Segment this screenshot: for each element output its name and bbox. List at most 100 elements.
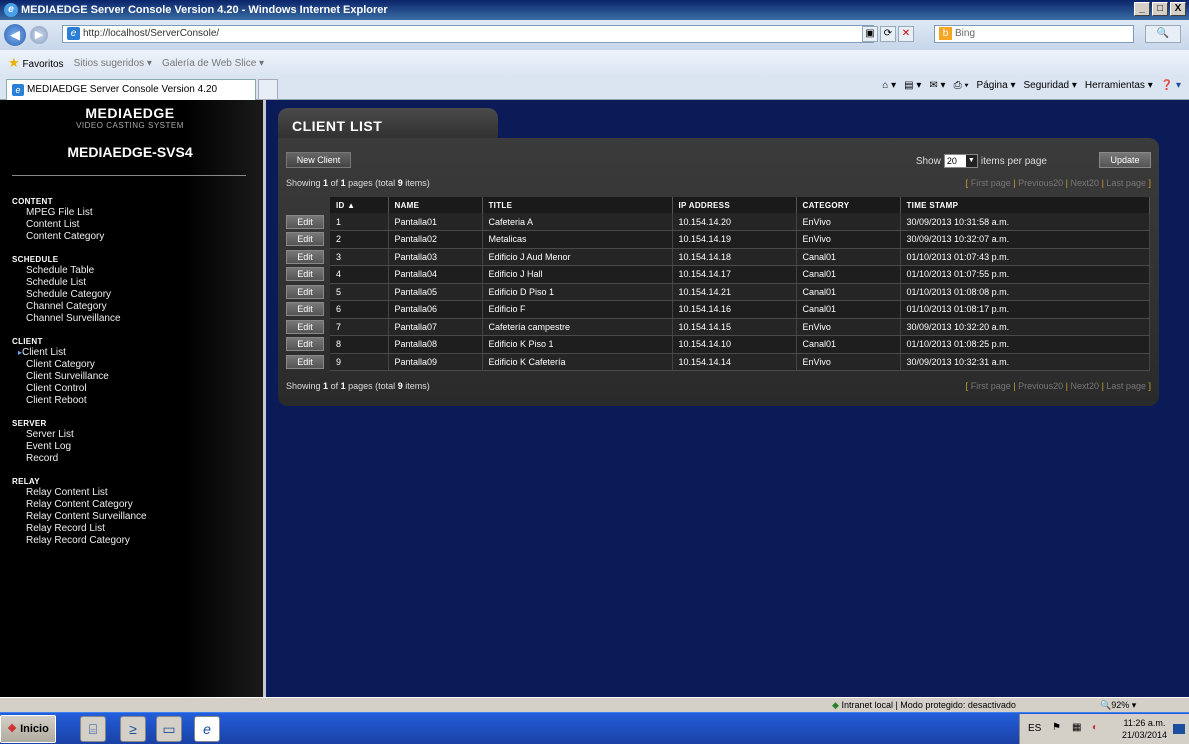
favorites-button[interactable]: ★ Favoritos	[8, 55, 64, 71]
sidebar-item-channel-surveillance[interactable]: Channel Surveillance	[12, 313, 121, 325]
close-button[interactable]: X	[1170, 2, 1186, 16]
cell-ip: 10.154.14.14	[672, 353, 797, 371]
next-page-link[interactable]: Next20	[1071, 381, 1100, 391]
sidebar-item-client-control[interactable]: Client Control	[12, 383, 109, 395]
mail-icon[interactable]: ✉ ▾	[929, 80, 945, 91]
sidebar-item-client-reboot[interactable]: Client Reboot	[12, 395, 109, 407]
table-row: Edit 4 Pantalla04 Edificio J Hall 10.154.14.…	[286, 265, 1150, 284]
forward-button[interactable]: ▶	[30, 26, 48, 44]
address-bar[interactable]: http://localhost/ServerConsole/	[62, 25, 874, 43]
cell-timestamp: 01/10/2013 01:08:25 p.m.	[900, 335, 1150, 354]
last-page-link[interactable]: Last page	[1106, 381, 1146, 391]
next-page-link[interactable]: Next20	[1071, 178, 1100, 188]
cell-title: Edificio K Cafetería	[482, 353, 673, 371]
cell-category: EnVivo	[796, 213, 901, 231]
cell-title: Metalicas	[482, 230, 673, 249]
network-icon[interactable]: ▦	[1072, 722, 1081, 733]
computer-icon[interactable]: ⌸	[80, 716, 106, 742]
sidebar-item-content-category[interactable]: Content Category	[12, 231, 104, 243]
maximize-button[interactable]: □	[1152, 2, 1168, 16]
sidebar-item-schedule-list[interactable]: Schedule List	[12, 277, 121, 289]
cell-timestamp: 01/10/2013 01:07:55 p.m.	[900, 265, 1150, 284]
feeds-icon[interactable]: ▤ ▾	[904, 80, 921, 91]
sidebar-item-event-log[interactable]: Event Log	[12, 441, 74, 453]
suggested-sites-link[interactable]: Sitios sugeridos ▾	[74, 58, 152, 69]
refresh-icon[interactable]: ⟳	[880, 26, 896, 42]
home-icon[interactable]: ⌂ ▾	[882, 80, 896, 91]
stop-icon[interactable]: ✕	[898, 26, 914, 42]
sidebar-item-schedule-table[interactable]: Schedule Table	[12, 265, 121, 277]
sidebar-item-content-list[interactable]: Content List	[12, 219, 104, 231]
edit-button[interactable]: Edit	[286, 249, 324, 264]
taskbar: ❖ Inicio ⌸ ≥ ▭ e ES ⚑ ▦ ◐ 11:26 a.m. 21/…	[0, 712, 1189, 744]
start-button[interactable]: ❖ Inicio	[0, 715, 56, 743]
sidebar-item-relay-content-list[interactable]: Relay Content List	[12, 487, 147, 499]
print-icon[interactable]: ⎙ ▾	[954, 80, 969, 91]
folder-icon[interactable]: ▭	[156, 716, 182, 742]
edit-button[interactable]: Edit	[286, 337, 324, 352]
sidebar-item-relay-record-category[interactable]: Relay Record Category	[12, 535, 147, 547]
compat-icon[interactable]: ▣	[862, 26, 878, 42]
sidebar-item-relay-record-list[interactable]: Relay Record List	[12, 523, 147, 535]
internet-explorer-icon[interactable]: e	[194, 716, 220, 742]
cell-name: Pantalla09	[388, 353, 483, 371]
edit-button[interactable]: Edit	[286, 319, 324, 334]
nav-section-content: CONTENT MPEG File List Content List Cont…	[12, 197, 104, 243]
security-menu[interactable]: Seguridad ▾	[1024, 80, 1077, 91]
new-tab-button[interactable]	[258, 79, 278, 100]
update-button[interactable]: Update	[1099, 152, 1151, 168]
prev-page-link[interactable]: Previous20	[1018, 381, 1063, 391]
logo: MEDIAEDGE VIDEO CASTING SYSTEM MEDIAEDGE…	[0, 105, 260, 160]
sidebar-item-channel-category[interactable]: Channel Category	[12, 301, 121, 313]
sidebar-item-client-surveillance[interactable]: Client Surveillance	[12, 371, 109, 383]
sidebar-item-record[interactable]: Record	[12, 453, 74, 465]
browser-tab[interactable]: MEDIAEDGE Server Console Version 4.20	[6, 79, 256, 100]
language-indicator[interactable]: ES	[1028, 723, 1041, 734]
col-ip[interactable]: IP ADDRESS	[672, 197, 797, 213]
main-content: CLIENT LIST New Client Show 20 items per…	[270, 100, 1189, 697]
search-icon[interactable]: 🔍	[1145, 25, 1181, 43]
cell-title: Edificio K Piso 1	[482, 335, 673, 354]
search-input[interactable]: Bing	[934, 25, 1134, 43]
edit-button[interactable]: Edit	[286, 267, 324, 282]
web-slice-gallery-link[interactable]: Galería de Web Slice ▾	[162, 58, 264, 69]
prev-page-link[interactable]: Previous20	[1018, 178, 1063, 188]
sidebar-item-relay-content-category[interactable]: Relay Content Category	[12, 499, 147, 511]
zoom-level[interactable]: 🔍92% ▾	[1100, 699, 1136, 712]
flag-icon[interactable]: ⚑	[1052, 722, 1061, 733]
cell-id: 4	[330, 265, 389, 284]
sidebar-item-mpeg-file-list[interactable]: MPEG File List	[12, 207, 104, 219]
edit-button[interactable]: Edit	[286, 302, 324, 317]
volume-icon[interactable]: ◐	[1092, 722, 1098, 733]
col-timestamp[interactable]: TIME STAMP	[900, 197, 1150, 213]
clock[interactable]: 11:26 a.m. 21/03/2014	[1122, 717, 1167, 741]
new-client-button[interactable]: New Client	[286, 152, 351, 168]
sidebar-item-relay-content-surveillance[interactable]: Relay Content Surveillance	[12, 511, 147, 523]
back-button[interactable]: ◀	[4, 24, 26, 46]
edit-button[interactable]: Edit	[286, 354, 324, 369]
col-id[interactable]: ID ▲	[330, 197, 389, 213]
page-menu[interactable]: Página ▾	[977, 80, 1016, 91]
sidebar-item-client-category[interactable]: Client Category	[12, 359, 109, 371]
last-page-link[interactable]: Last page	[1106, 178, 1146, 188]
col-category[interactable]: CATEGORY	[796, 197, 901, 213]
help-icon[interactable]: ❓ ▾	[1161, 80, 1181, 91]
page-size-select[interactable]: 20	[943, 154, 978, 168]
cell-timestamp: 30/09/2013 10:32:07 a.m.	[900, 230, 1150, 249]
sidebar-item-schedule-category[interactable]: Schedule Category	[12, 289, 121, 301]
col-name[interactable]: NAME	[388, 197, 483, 213]
cell-category: Canal01	[796, 248, 901, 266]
tools-menu[interactable]: Herramientas ▾	[1085, 80, 1153, 91]
col-title[interactable]: TITLE	[482, 197, 673, 213]
sidebar-item-server-list[interactable]: Server List	[12, 429, 74, 441]
minimize-button[interactable]: _	[1134, 2, 1150, 16]
first-page-link[interactable]: First page	[971, 178, 1011, 188]
edit-button[interactable]: Edit	[286, 232, 324, 247]
show-desktop-icon[interactable]	[1173, 724, 1185, 734]
edit-button[interactable]: Edit	[286, 214, 324, 229]
powershell-icon[interactable]: ≥	[120, 716, 146, 742]
nav-section-server: SERVER Server List Event Log Record	[12, 419, 74, 465]
first-page-link[interactable]: First page	[971, 381, 1011, 391]
sidebar-item-client-list[interactable]: ▸Client List	[12, 347, 109, 359]
edit-button[interactable]: Edit	[286, 284, 324, 299]
